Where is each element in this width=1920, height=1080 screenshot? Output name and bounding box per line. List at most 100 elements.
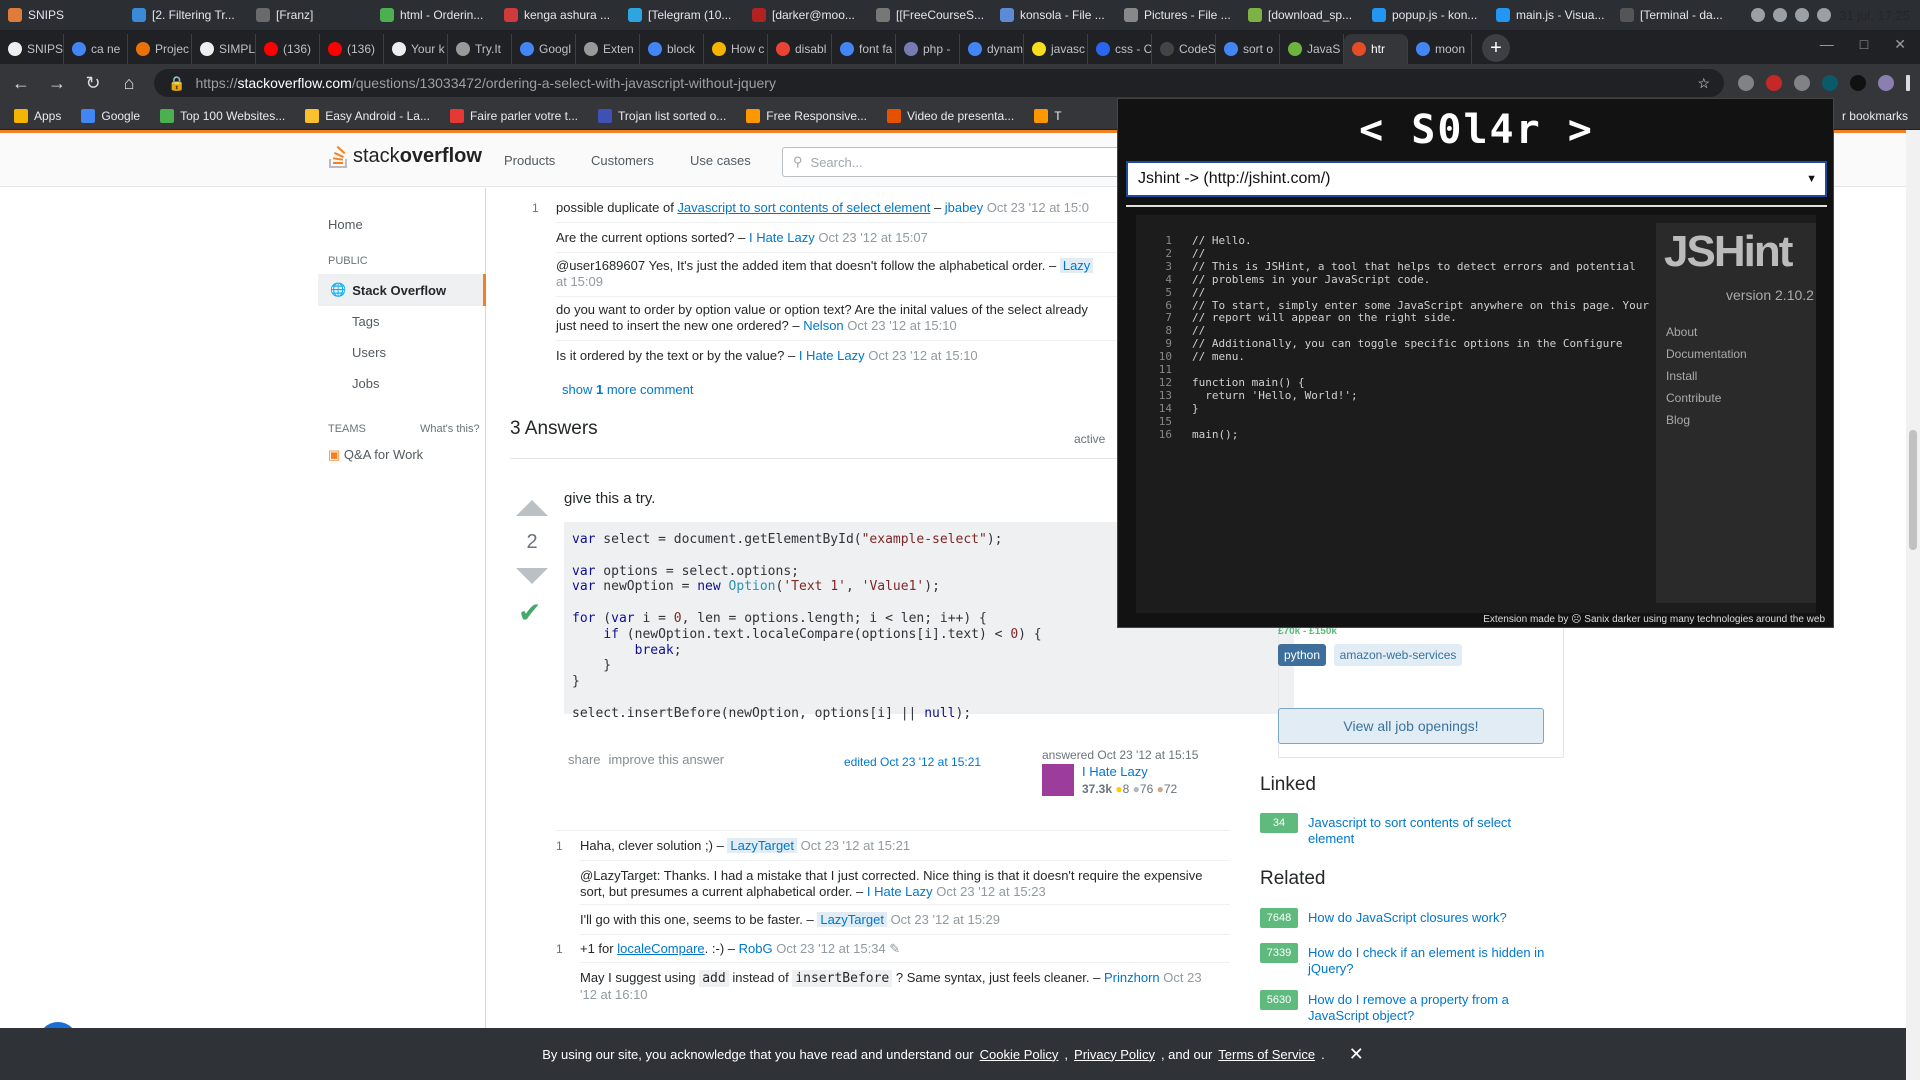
volume-icon[interactable] [1795, 8, 1810, 22]
jshint-frame[interactable]: 1 // Hello. 2 // 3 // This is JSHint, a tool … [1136, 215, 1816, 613]
browser-tab[interactable]: block [640, 34, 704, 64]
star-icon[interactable]: ☆ [1697, 75, 1710, 92]
taskbar-item[interactable]: [Terminal - da... [1612, 0, 1736, 30]
comment-link[interactable]: localeCompare [617, 941, 704, 956]
browser-tab[interactable]: JavaS [1280, 34, 1344, 64]
clock[interactable]: 31 jul, 17:25 [1839, 8, 1910, 23]
close-cookie-icon[interactable]: ✕ [1349, 1044, 1364, 1065]
related-title-link[interactable]: How do I remove a property from a JavaSc… [1308, 992, 1558, 1024]
adblock-icon[interactable] [1766, 75, 1782, 91]
nav-tags[interactable]: Tags [352, 314, 379, 329]
profile-avatar[interactable] [1878, 75, 1894, 91]
taskbar-item[interactable]: html - Orderin... [372, 0, 496, 30]
related-title-link[interactable]: How do JavaScript closures work? [1308, 910, 1558, 926]
browser-tab[interactable]: dynam [960, 34, 1024, 64]
comment-user[interactable]: LazyTarget [727, 838, 798, 853]
bookmark-item[interactable]: Google [81, 108, 140, 123]
minimize-icon[interactable]: — [1820, 36, 1834, 53]
nav-qa-for-work[interactable]: ▣ Q&A for Work [328, 447, 423, 463]
improve-link[interactable]: improve this answer [609, 752, 725, 767]
nav-users[interactable]: Users [352, 345, 386, 360]
comment-user[interactable]: I Hate Lazy [867, 884, 933, 899]
sort-tab-active[interactable]: active [1074, 432, 1105, 446]
browser-tab[interactable]: disabl [768, 34, 832, 64]
taskbar-item[interactable]: konsola - File ... [992, 0, 1116, 30]
reload-icon[interactable]: ↻ [82, 73, 104, 94]
comment-user[interactable]: LazyTarget [817, 912, 887, 927]
browser-tab[interactable]: Try.It [448, 34, 512, 64]
browser-tab[interactable]: javasc [1024, 34, 1088, 64]
jshint-link-install[interactable]: Install [1666, 369, 1697, 383]
comment-user[interactable]: jbabey [945, 200, 983, 215]
home-icon[interactable]: ⌂ [118, 73, 140, 94]
bluetooth-icon[interactable] [1751, 8, 1766, 22]
taskbar-item[interactable]: [[FreeCourseS... [868, 0, 992, 30]
taskbar-item[interactable]: [darker@moo... [744, 0, 868, 30]
nav-home[interactable]: Home [328, 217, 363, 232]
user-name[interactable]: I Hate Lazy [1082, 764, 1148, 779]
bookmark-item[interactable]: Top 100 Websites... [160, 108, 285, 123]
browser-tab[interactable]: ca ne [64, 34, 128, 64]
comment-link[interactable]: Javascript to sort contents of select el… [677, 200, 930, 215]
jshint-link-docs[interactable]: Documentation [1666, 347, 1747, 361]
comment-user[interactable]: Prinzhorn [1104, 970, 1160, 985]
bookmark-item[interactable]: Easy Android - La... [305, 108, 430, 123]
battery-icon[interactable] [1817, 8, 1832, 22]
jshint-link-blog[interactable]: Blog [1666, 413, 1690, 427]
scrollbar-thumb[interactable] [1909, 430, 1917, 550]
taskbar-item[interactable]: kenga ashura ... [496, 0, 620, 30]
jshint-link-contribute[interactable]: Contribute [1666, 391, 1721, 405]
nav-use-cases[interactable]: Use cases [690, 153, 751, 168]
tag-aws[interactable]: amazon-web-services [1333, 644, 1463, 666]
new-tab-button[interactable]: + [1482, 34, 1510, 62]
other-bookmarks[interactable]: r bookmarks [1842, 109, 1908, 123]
nav-customers[interactable]: Customers [591, 153, 654, 168]
taskbar-item[interactable]: [Franz] [248, 0, 372, 30]
related-title-link[interactable]: How do I check if an element is hidden i… [1308, 945, 1558, 977]
comment-user[interactable]: I Hate Lazy [749, 230, 815, 245]
jshint-editor[interactable]: 1 // Hello. 2 // 3 // This is JSHint, a tool … [1146, 234, 1649, 442]
browser-tab[interactable]: CodeS [1152, 34, 1216, 64]
share-link[interactable]: share [568, 752, 601, 767]
browser-tab[interactable]: Googl [512, 34, 576, 64]
cookie-policy-link[interactable]: Cookie Policy [980, 1047, 1059, 1062]
page-scrollbar[interactable] [1906, 130, 1920, 1080]
taskbar-item[interactable]: main.js - Visua... [1488, 0, 1612, 30]
bookmark-item[interactable]: Faire parler votre t... [449, 108, 578, 123]
maximize-icon[interactable]: □ [1860, 36, 1868, 53]
avatar[interactable] [1042, 764, 1074, 796]
browser-tab[interactable]: moon [1408, 34, 1472, 64]
extension-icon[interactable] [1738, 75, 1754, 91]
vote-down-icon[interactable] [516, 568, 548, 584]
browser-tab[interactable]: SIMPL [192, 34, 256, 64]
forward-icon[interactable]: → [46, 73, 68, 94]
browser-tab[interactable]: php - [896, 34, 960, 64]
jshint-link-about[interactable]: About [1666, 325, 1697, 339]
wifi-icon[interactable] [1773, 8, 1788, 22]
browser-tab[interactable]: sort o [1216, 34, 1280, 64]
taskbar-item[interactable]: [download_sp... [1240, 0, 1364, 30]
browser-tab[interactable]: (136) [256, 34, 320, 64]
view-all-jobs-button[interactable]: View all job openings! [1278, 708, 1544, 744]
terms-link[interactable]: Terms of Service [1218, 1047, 1315, 1062]
browser-tab[interactable]: Your k [384, 34, 448, 64]
browser-tab[interactable]: Exten [576, 34, 640, 64]
whats-this-link[interactable]: What's this? [420, 423, 480, 435]
browser-tab[interactable]: SNIPS [0, 34, 64, 64]
tag-python[interactable]: python [1278, 644, 1327, 666]
browser-tab[interactable]: (136) [320, 34, 384, 64]
back-icon[interactable]: ← [10, 73, 32, 94]
show-more-comments-link[interactable]: show 1 more comment [562, 382, 1122, 398]
comment-user[interactable]: Lazy [1059, 258, 1094, 273]
taskbar-item[interactable]: popup.js - kon... [1364, 0, 1488, 30]
bookmark-item[interactable]: Apps [14, 108, 61, 123]
browser-tab[interactable]: css - C [1088, 34, 1152, 64]
tool-select[interactable]: Jshint -> (http://jshint.com/) ▼ [1126, 161, 1827, 197]
taskbar-item[interactable]: [2. Filtering Tr... [124, 0, 248, 30]
taskbar-item[interactable]: Pictures - File ... [1116, 0, 1240, 30]
so-logo[interactable]: stackoverflow [328, 143, 482, 169]
browser-tab[interactable]: Projec [128, 34, 192, 64]
linked-title-link[interactable]: Javascript to sort contents of select el… [1308, 815, 1558, 847]
nav-jobs[interactable]: Jobs [352, 376, 379, 391]
privacy-policy-link[interactable]: Privacy Policy [1074, 1047, 1155, 1062]
